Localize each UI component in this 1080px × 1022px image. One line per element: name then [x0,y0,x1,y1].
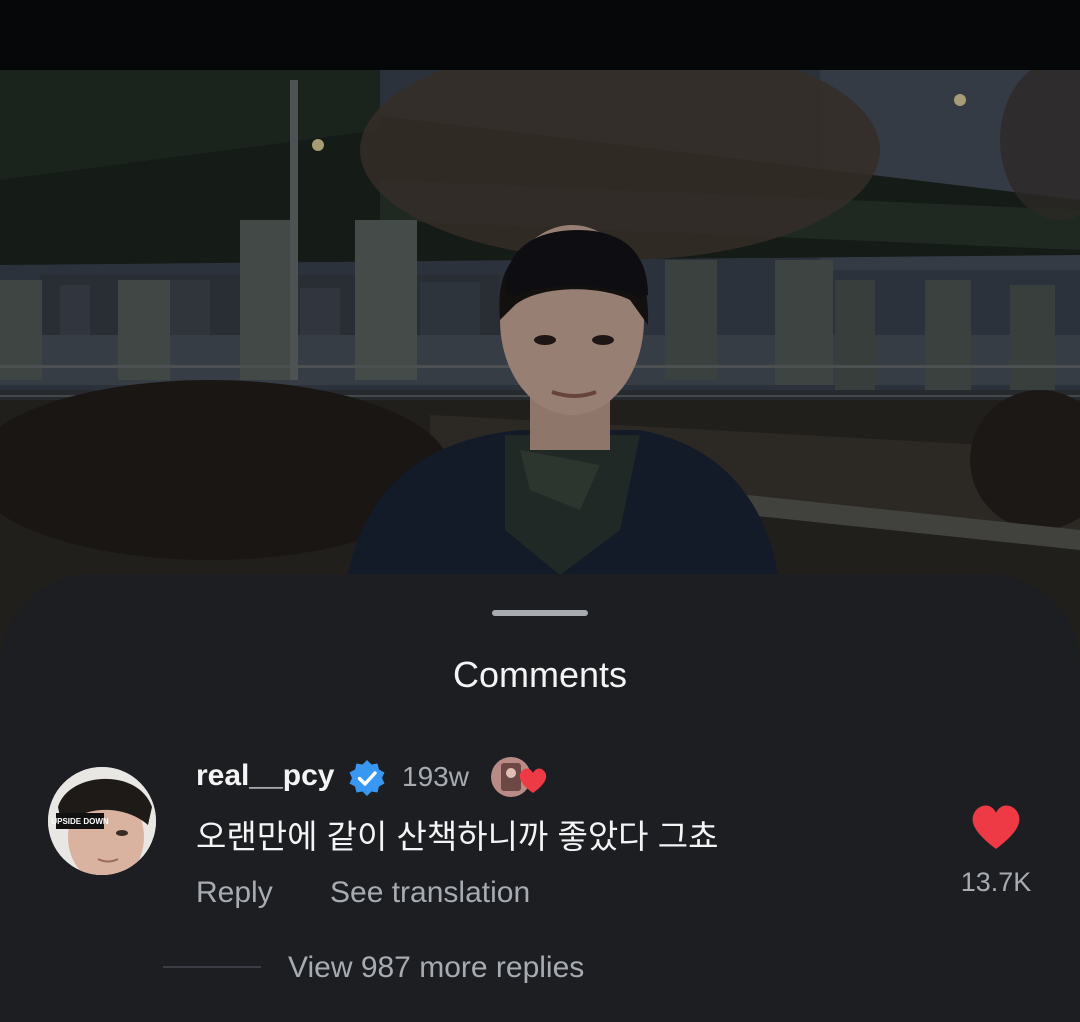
comment-timestamp: 193w [402,761,469,792]
view-more-replies-button[interactable]: View 987 more replies [288,950,584,986]
avatar-sticker-text: UPSIDE DOWN [51,817,109,826]
sheet-title: Comments [452,654,628,695]
avatar-image: UPSIDE DOWN [48,767,156,875]
creator-liked-heart-icon [491,757,547,797]
commenter-avatar[interactable]: UPSIDE DOWN [48,767,156,875]
sheet-drag-handle[interactable] [492,610,588,616]
screen: Comments UPSIDE DOWN real__pcy 193w 오랜만에… [0,0,1080,1022]
heart-icon[interactable] [970,804,1022,852]
see-translation-button[interactable]: See translation [330,875,530,911]
reply-button[interactable]: Reply [196,875,273,911]
verified-badge-icon [349,760,385,796]
comment-body: 오랜만에 같이 산책하니까 좋았다 그쵸 [196,818,719,855]
comments-sheet: Comments UPSIDE DOWN real__pcy 193w 오랜만에… [0,574,1080,1022]
commenter-username[interactable]: real__pcy [196,758,334,794]
replies-divider [163,966,261,968]
like-count: 13.7K [960,867,1032,897]
